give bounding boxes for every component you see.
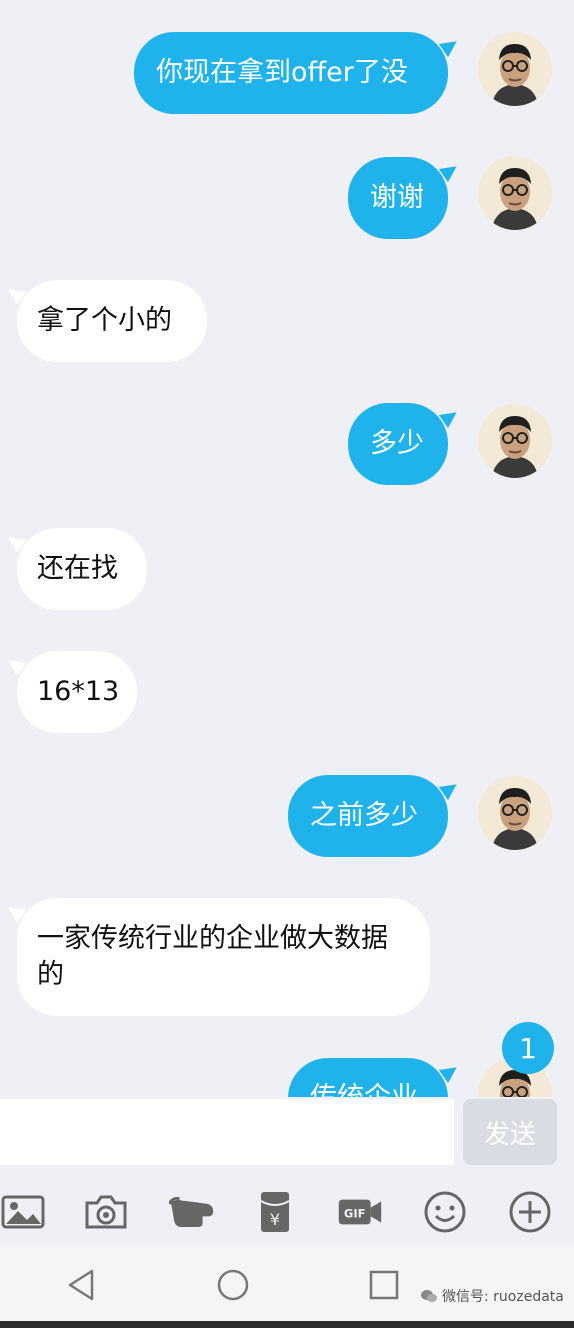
message-text: 传统企业	[310, 1080, 418, 1097]
message-text: 之前多少	[310, 800, 418, 831]
send-button[interactable]: 发送	[463, 1099, 557, 1165]
message-text: 拿了个小的	[37, 305, 172, 336]
avatar[interactable]	[478, 156, 552, 230]
message-bubble-sent[interactable]: 之前多少	[288, 775, 462, 857]
image-icon[interactable]	[0, 1189, 46, 1235]
message-input[interactable]	[0, 1099, 454, 1165]
message-text: 16*13	[37, 676, 120, 707]
bottom-edge	[0, 1321, 574, 1328]
home-icon[interactable]	[215, 1267, 251, 1303]
watermark-text: 微信号: ruozedata	[442, 1289, 564, 1305]
message-bubble-sent[interactable]: 你现在拿到offer了没	[134, 32, 462, 114]
red-packet-icon[interactable]: ¥	[252, 1189, 298, 1235]
chat-area: 你现在拿到offer了没 谢谢 拿了个小的 多少 还在找 16*13 之前多少	[0, 0, 574, 1097]
message-bubble-received[interactable]: 16*13	[3, 651, 137, 733]
svg-text:¥: ¥	[270, 1210, 280, 1229]
message-text: 多少	[370, 428, 424, 459]
watermark: 微信号: ruozedata	[420, 1286, 564, 1306]
input-bar: 发送	[0, 1097, 574, 1175]
message-text: 谢谢	[370, 182, 424, 213]
message-bubble-sent[interactable]: 传统企业	[288, 1058, 462, 1097]
message-bubble-received[interactable]: 一家传统行业的企业做大数据的	[3, 898, 430, 1016]
plus-icon[interactable]	[507, 1189, 553, 1235]
unread-count-badge[interactable]: 1	[502, 1022, 554, 1074]
avatar[interactable]	[478, 404, 552, 478]
message-bubble-received[interactable]: 拿了个小的	[3, 280, 207, 362]
svg-text:GIF: GIF	[344, 1206, 366, 1220]
message-bubble-sent[interactable]: 谢谢	[348, 157, 462, 239]
chat-toolbar: ¥ GIF	[0, 1175, 574, 1247]
message-text: 你现在拿到offer了没	[156, 57, 408, 88]
avatar[interactable]	[478, 776, 552, 850]
avatar[interactable]	[478, 32, 552, 106]
wechat-icon	[421, 1290, 437, 1302]
message-bubble-received[interactable]: 还在找	[3, 528, 147, 610]
poke-icon[interactable]	[166, 1189, 218, 1235]
message-text: 还在找	[37, 553, 118, 584]
message-bubble-sent[interactable]: 多少	[348, 403, 462, 485]
gif-icon[interactable]: GIF	[334, 1189, 386, 1235]
camera-icon[interactable]	[83, 1189, 129, 1235]
emoji-icon[interactable]	[422, 1189, 468, 1235]
system-navigation-bar	[0, 1247, 574, 1321]
back-icon[interactable]	[64, 1267, 100, 1303]
recents-icon[interactable]	[366, 1267, 402, 1303]
message-text: 一家传统行业的企业做大数据的	[37, 923, 388, 990]
